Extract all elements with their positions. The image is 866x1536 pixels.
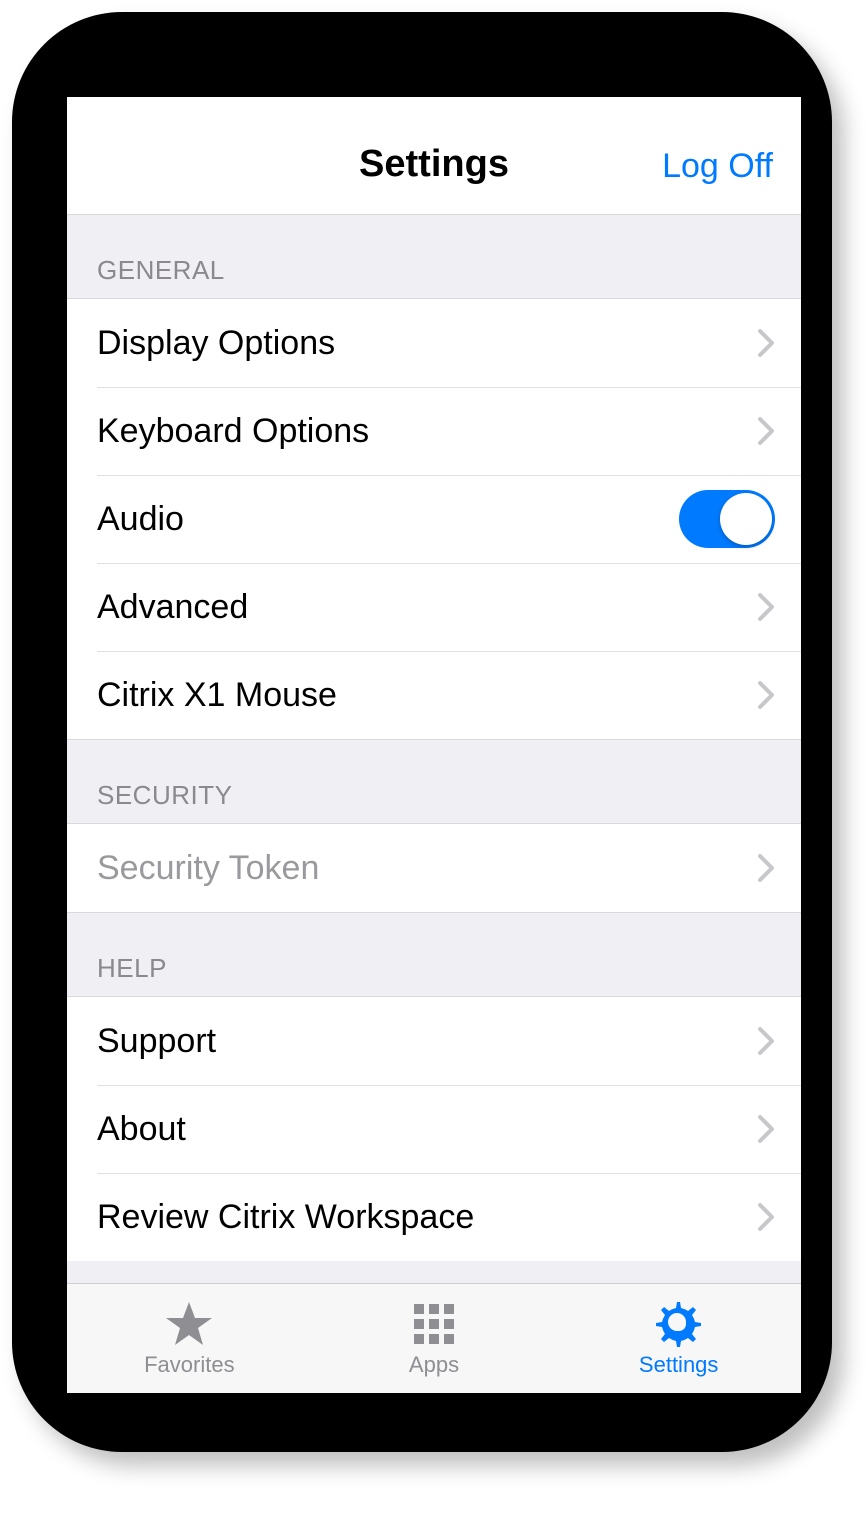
tab-apps[interactable]: Apps [312, 1284, 557, 1393]
row-label: Keyboard Options [97, 412, 369, 451]
chevron-right-icon [757, 853, 775, 883]
chevron-right-icon [757, 592, 775, 622]
tab-settings[interactable]: Settings [556, 1284, 801, 1393]
row-about[interactable]: About [67, 1085, 801, 1173]
row-audio: Audio [67, 475, 801, 563]
row-label: Support [97, 1022, 216, 1061]
nav-bar: Settings Log Off [67, 97, 801, 215]
toggle-knob [720, 493, 772, 545]
row-label: Advanced [97, 588, 248, 627]
audio-toggle[interactable] [679, 490, 775, 548]
section-header-general: GENERAL [67, 215, 801, 298]
tab-label: Settings [639, 1352, 719, 1378]
row-display-options[interactable]: Display Options [67, 299, 801, 387]
row-label: About [97, 1110, 186, 1149]
row-label: Review Citrix Workspace [97, 1198, 474, 1237]
row-review-citrix-workspace[interactable]: Review Citrix Workspace [67, 1173, 801, 1261]
row-keyboard-options[interactable]: Keyboard Options [67, 387, 801, 475]
chevron-right-icon [757, 328, 775, 358]
group-help: Support About Review Citrix Workspace [67, 996, 801, 1261]
row-advanced[interactable]: Advanced [67, 563, 801, 651]
row-security-token[interactable]: Security Token [67, 824, 801, 912]
tab-label: Apps [409, 1352, 459, 1378]
row-label: Display Options [97, 324, 335, 363]
grid-icon [412, 1300, 456, 1348]
tab-bar: Favorites [67, 1283, 801, 1393]
section-header-help: HELP [67, 913, 801, 996]
row-label: Audio [97, 500, 184, 539]
chevron-right-icon [757, 416, 775, 446]
device-bezel: Settings Log Off GENERAL Display Options… [12, 12, 832, 1452]
gear-icon [655, 1300, 703, 1348]
page-title: Settings [359, 143, 509, 186]
screen: Settings Log Off GENERAL Display Options… [67, 97, 801, 1393]
tab-favorites[interactable]: Favorites [67, 1284, 312, 1393]
row-label: Security Token [97, 849, 319, 888]
content-scroll[interactable]: Settings Log Off GENERAL Display Options… [67, 97, 801, 1283]
row-label: Citrix X1 Mouse [97, 676, 337, 715]
chevron-right-icon [757, 1202, 775, 1232]
chevron-right-icon [757, 680, 775, 710]
row-citrix-x1-mouse[interactable]: Citrix X1 Mouse [67, 651, 801, 739]
chevron-right-icon [757, 1026, 775, 1056]
star-icon [164, 1300, 214, 1348]
device-frame: Settings Log Off GENERAL Display Options… [0, 0, 866, 1536]
row-support[interactable]: Support [67, 997, 801, 1085]
chevron-right-icon [757, 1114, 775, 1144]
log-off-button[interactable]: Log Off [662, 147, 773, 186]
section-header-security: SECURITY [67, 740, 801, 823]
tab-label: Favorites [144, 1352, 234, 1378]
group-general: Display Options Keyboard Options Audio [67, 298, 801, 740]
group-security: Security Token [67, 823, 801, 913]
